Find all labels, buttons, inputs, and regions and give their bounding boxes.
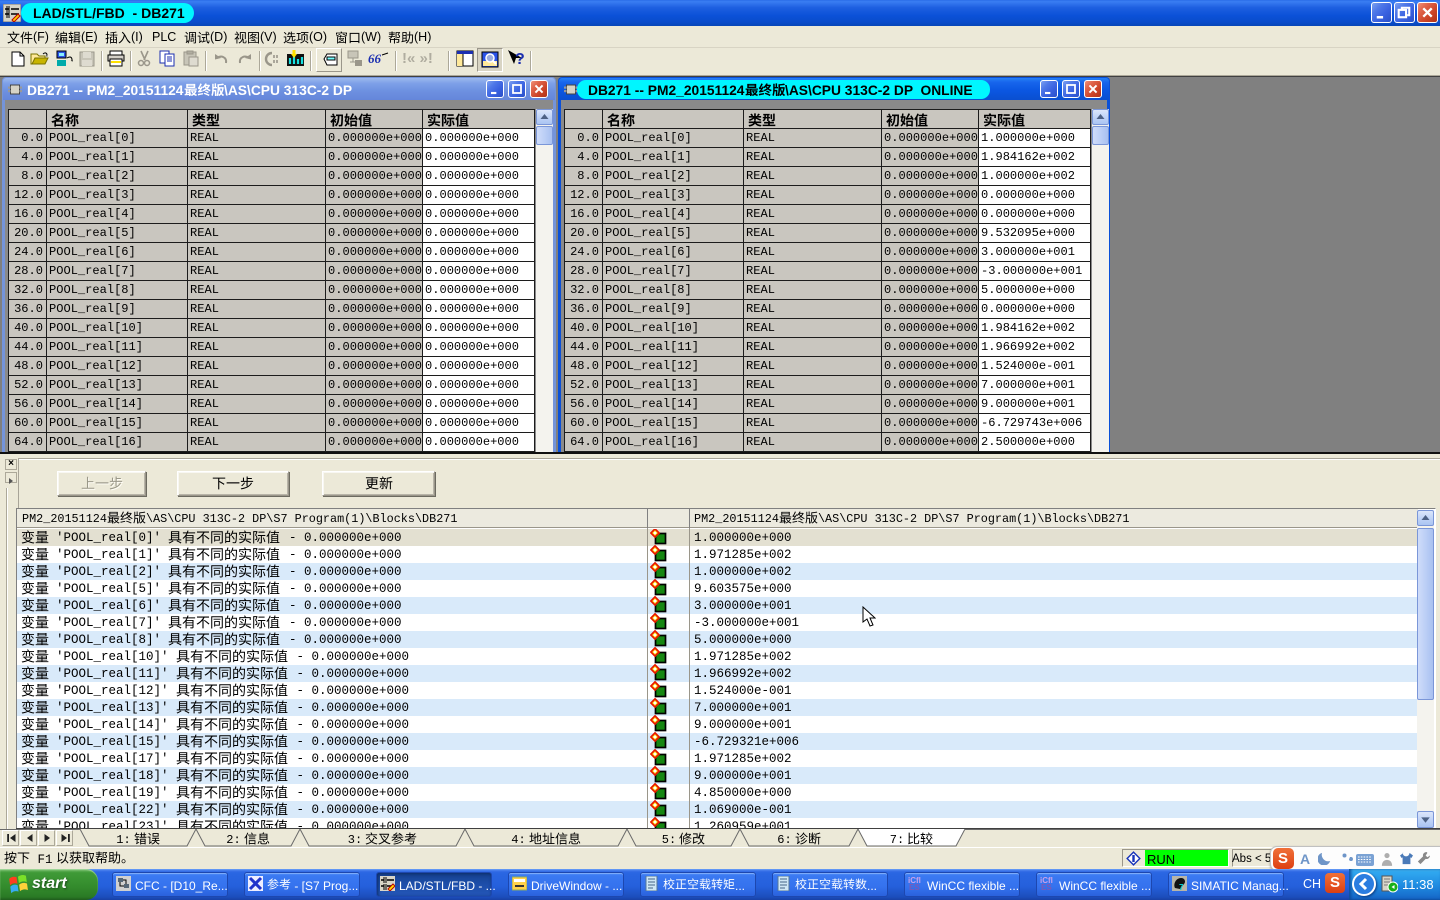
svg-text:?: ?	[515, 51, 525, 67]
svg-text:66: 66	[368, 52, 382, 66]
svg-text:ES: ES	[1041, 883, 1052, 891]
svg-text:!« »!: !« »!	[402, 51, 433, 66]
svg-text:ES: ES	[909, 883, 920, 891]
svg-text:7: 7	[1179, 883, 1184, 891]
